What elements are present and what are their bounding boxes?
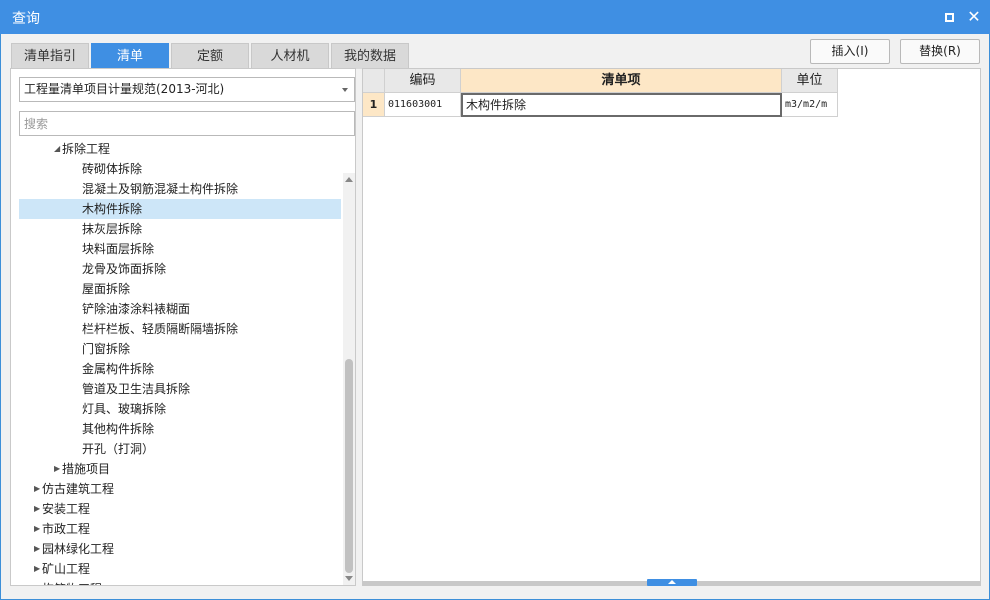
tree-item-label: 安装工程 [42, 502, 91, 516]
tree-item[interactable]: 金属构件拆除 [19, 359, 341, 379]
collapse-arrow-icon[interactable]: ◢ [54, 139, 60, 159]
chevron-up-icon [668, 580, 676, 584]
spec-select-value: 工程量清单项目计量规范(2013-河北) [24, 82, 225, 96]
tree-item[interactable]: 门窗拆除 [19, 339, 341, 359]
maximize-icon[interactable] [940, 8, 958, 26]
tree-item-label: 市政工程 [42, 522, 91, 536]
tree-item[interactable]: ▶ 园林绿化工程 [19, 539, 341, 559]
left-panel: 工程量清单项目计量规范(2013-河北) ◢拆除工程砖砌体拆除混凝土及钢筋混凝土… [10, 68, 356, 586]
tree-item[interactable]: 其他构件拆除 [19, 419, 341, 439]
tree-item-label: 措施项目 [62, 462, 111, 476]
row-number[interactable]: 1 [363, 93, 385, 117]
tree-item[interactable]: 管道及卫生洁具拆除 [19, 379, 341, 399]
close-icon[interactable]: ✕ [965, 8, 983, 26]
tree-item[interactable]: 混凝土及钢筋混凝土构件拆除 [19, 179, 341, 199]
chevron-down-icon [342, 88, 348, 92]
category-tree: ◢ 拆除工程砖砌体拆除混凝土及钢筋混凝土构件拆除 木构件拆除抹灰层拆除块料面层拆除龙… [11, 139, 343, 585]
tree-item-label: 木构件拆除 [82, 202, 143, 216]
tree-item-label: 仿古建筑工程 [42, 482, 115, 496]
unit-cell[interactable]: m3/m2/m [782, 93, 838, 117]
title-bar: 查询 ✕ [0, 0, 990, 34]
tree-item-label: 块料面层拆除 [82, 242, 155, 256]
tree-item[interactable]: ▶ 仿古建筑工程 [19, 479, 341, 499]
tree-item-label: 门窗拆除 [82, 342, 131, 356]
tree-item[interactable]: 铲除油漆涂料裱糊面 [19, 299, 341, 319]
tree-item[interactable]: ▶ 措施项目 [19, 459, 341, 479]
panel-splitter[interactable] [647, 579, 697, 586]
scrollbar-thumb[interactable] [345, 359, 353, 573]
expand-arrow-icon[interactable]: ▶ [34, 579, 40, 585]
expand-arrow-icon[interactable]: ▶ [34, 539, 40, 559]
name-cell[interactable]: 木构件拆除 [461, 93, 782, 117]
window-title: 查询 [12, 11, 40, 27]
tree-item[interactable]: ▶构筑物工程 [19, 579, 341, 585]
tree-item-label: 铲除油漆涂料裱糊面 [82, 302, 191, 316]
tree-item-label: 混凝土及钢筋混凝土构件拆除 [82, 182, 239, 196]
replace-button[interactable]: 替换(R) [900, 39, 980, 64]
tree-item[interactable]: 屋面拆除 [19, 279, 341, 299]
tree-item[interactable]: ◢ 拆除工程 [19, 139, 341, 159]
expand-arrow-icon[interactable]: ▶ [34, 519, 40, 539]
tree-item[interactable]: 开孔（打洞） [19, 439, 341, 459]
tree-scrollbar[interactable] [343, 173, 355, 585]
right-panel: 编码 清单项 单位 1 011603001 木构件拆除 m3/m2/m [362, 68, 981, 586]
expand-arrow-icon[interactable]: ▶ [34, 499, 40, 519]
tree-item[interactable]: ▶ 矿山工程 [19, 559, 341, 579]
tree-item-label: 园林绿化工程 [42, 542, 115, 556]
tree-item-label: 砖砌体拆除 [82, 162, 143, 176]
tree-item-label: 管道及卫生洁具拆除 [82, 382, 191, 396]
dialog-body: 清单指引 清单 定额 人材机 我的数据 插入(I) 替换(R) 工程量清单项目计… [1, 34, 989, 599]
tree-item[interactable]: 砖砌体拆除 [19, 159, 341, 179]
tree-item-label: 金属构件拆除 [82, 362, 155, 376]
search-input[interactable] [19, 111, 355, 136]
tree-item[interactable]: 木构件拆除 [19, 199, 341, 219]
tree-item[interactable]: 龙骨及饰面拆除 [19, 259, 341, 279]
tree-item-label: 栏杆栏板、轻质隔断隔墙拆除 [82, 322, 239, 336]
column-header-name[interactable]: 清单项 [461, 69, 782, 93]
tree-item[interactable]: 栏杆栏板、轻质隔断隔墙拆除 [19, 319, 341, 339]
tree-item[interactable]: 灯具、玻璃拆除 [19, 399, 341, 419]
tree-item-label: 屋面拆除 [82, 282, 131, 296]
column-header-unit[interactable]: 单位 [782, 69, 838, 93]
tree-item[interactable]: 抹灰层拆除 [19, 219, 341, 239]
tree-item-label: 抹灰层拆除 [82, 222, 143, 236]
spec-select[interactable]: 工程量清单项目计量规范(2013-河北) [19, 77, 355, 102]
grid-corner [363, 69, 385, 93]
tree-item[interactable]: ▶ 市政工程 [19, 519, 341, 539]
tree-item-label: 其他构件拆除 [82, 422, 155, 436]
tree-item-label: 构筑物工程 [42, 579, 102, 585]
tree-item-label: 开孔（打洞） [82, 442, 155, 456]
scroll-down-icon[interactable] [345, 576, 353, 581]
expand-arrow-icon[interactable]: ▶ [54, 459, 60, 479]
expand-arrow-icon[interactable]: ▶ [34, 479, 40, 499]
tab-materials[interactable]: 人材机 [251, 43, 329, 69]
tree-item-label: 矿山工程 [42, 562, 91, 576]
tree-item-label: 拆除工程 [62, 142, 111, 156]
code-cell[interactable]: 011603001 [385, 93, 461, 117]
tree-item-label: 龙骨及饰面拆除 [82, 262, 167, 276]
tab-list[interactable]: 清单 [91, 43, 169, 69]
tab-bar: 清单指引 清单 定额 人材机 我的数据 [11, 43, 411, 69]
tree-item[interactable]: ▶ 安装工程 [19, 499, 341, 519]
column-header-code[interactable]: 编码 [385, 69, 461, 93]
insert-button[interactable]: 插入(I) [810, 39, 890, 64]
tab-list-guide[interactable]: 清单指引 [11, 43, 89, 69]
expand-arrow-icon[interactable]: ▶ [34, 559, 40, 579]
tree-item[interactable]: 块料面层拆除 [19, 239, 341, 259]
tab-quota[interactable]: 定额 [171, 43, 249, 69]
tree-item-label: 灯具、玻璃拆除 [82, 402, 167, 416]
tab-my-data[interactable]: 我的数据 [331, 43, 409, 69]
scroll-up-icon[interactable] [345, 177, 353, 182]
